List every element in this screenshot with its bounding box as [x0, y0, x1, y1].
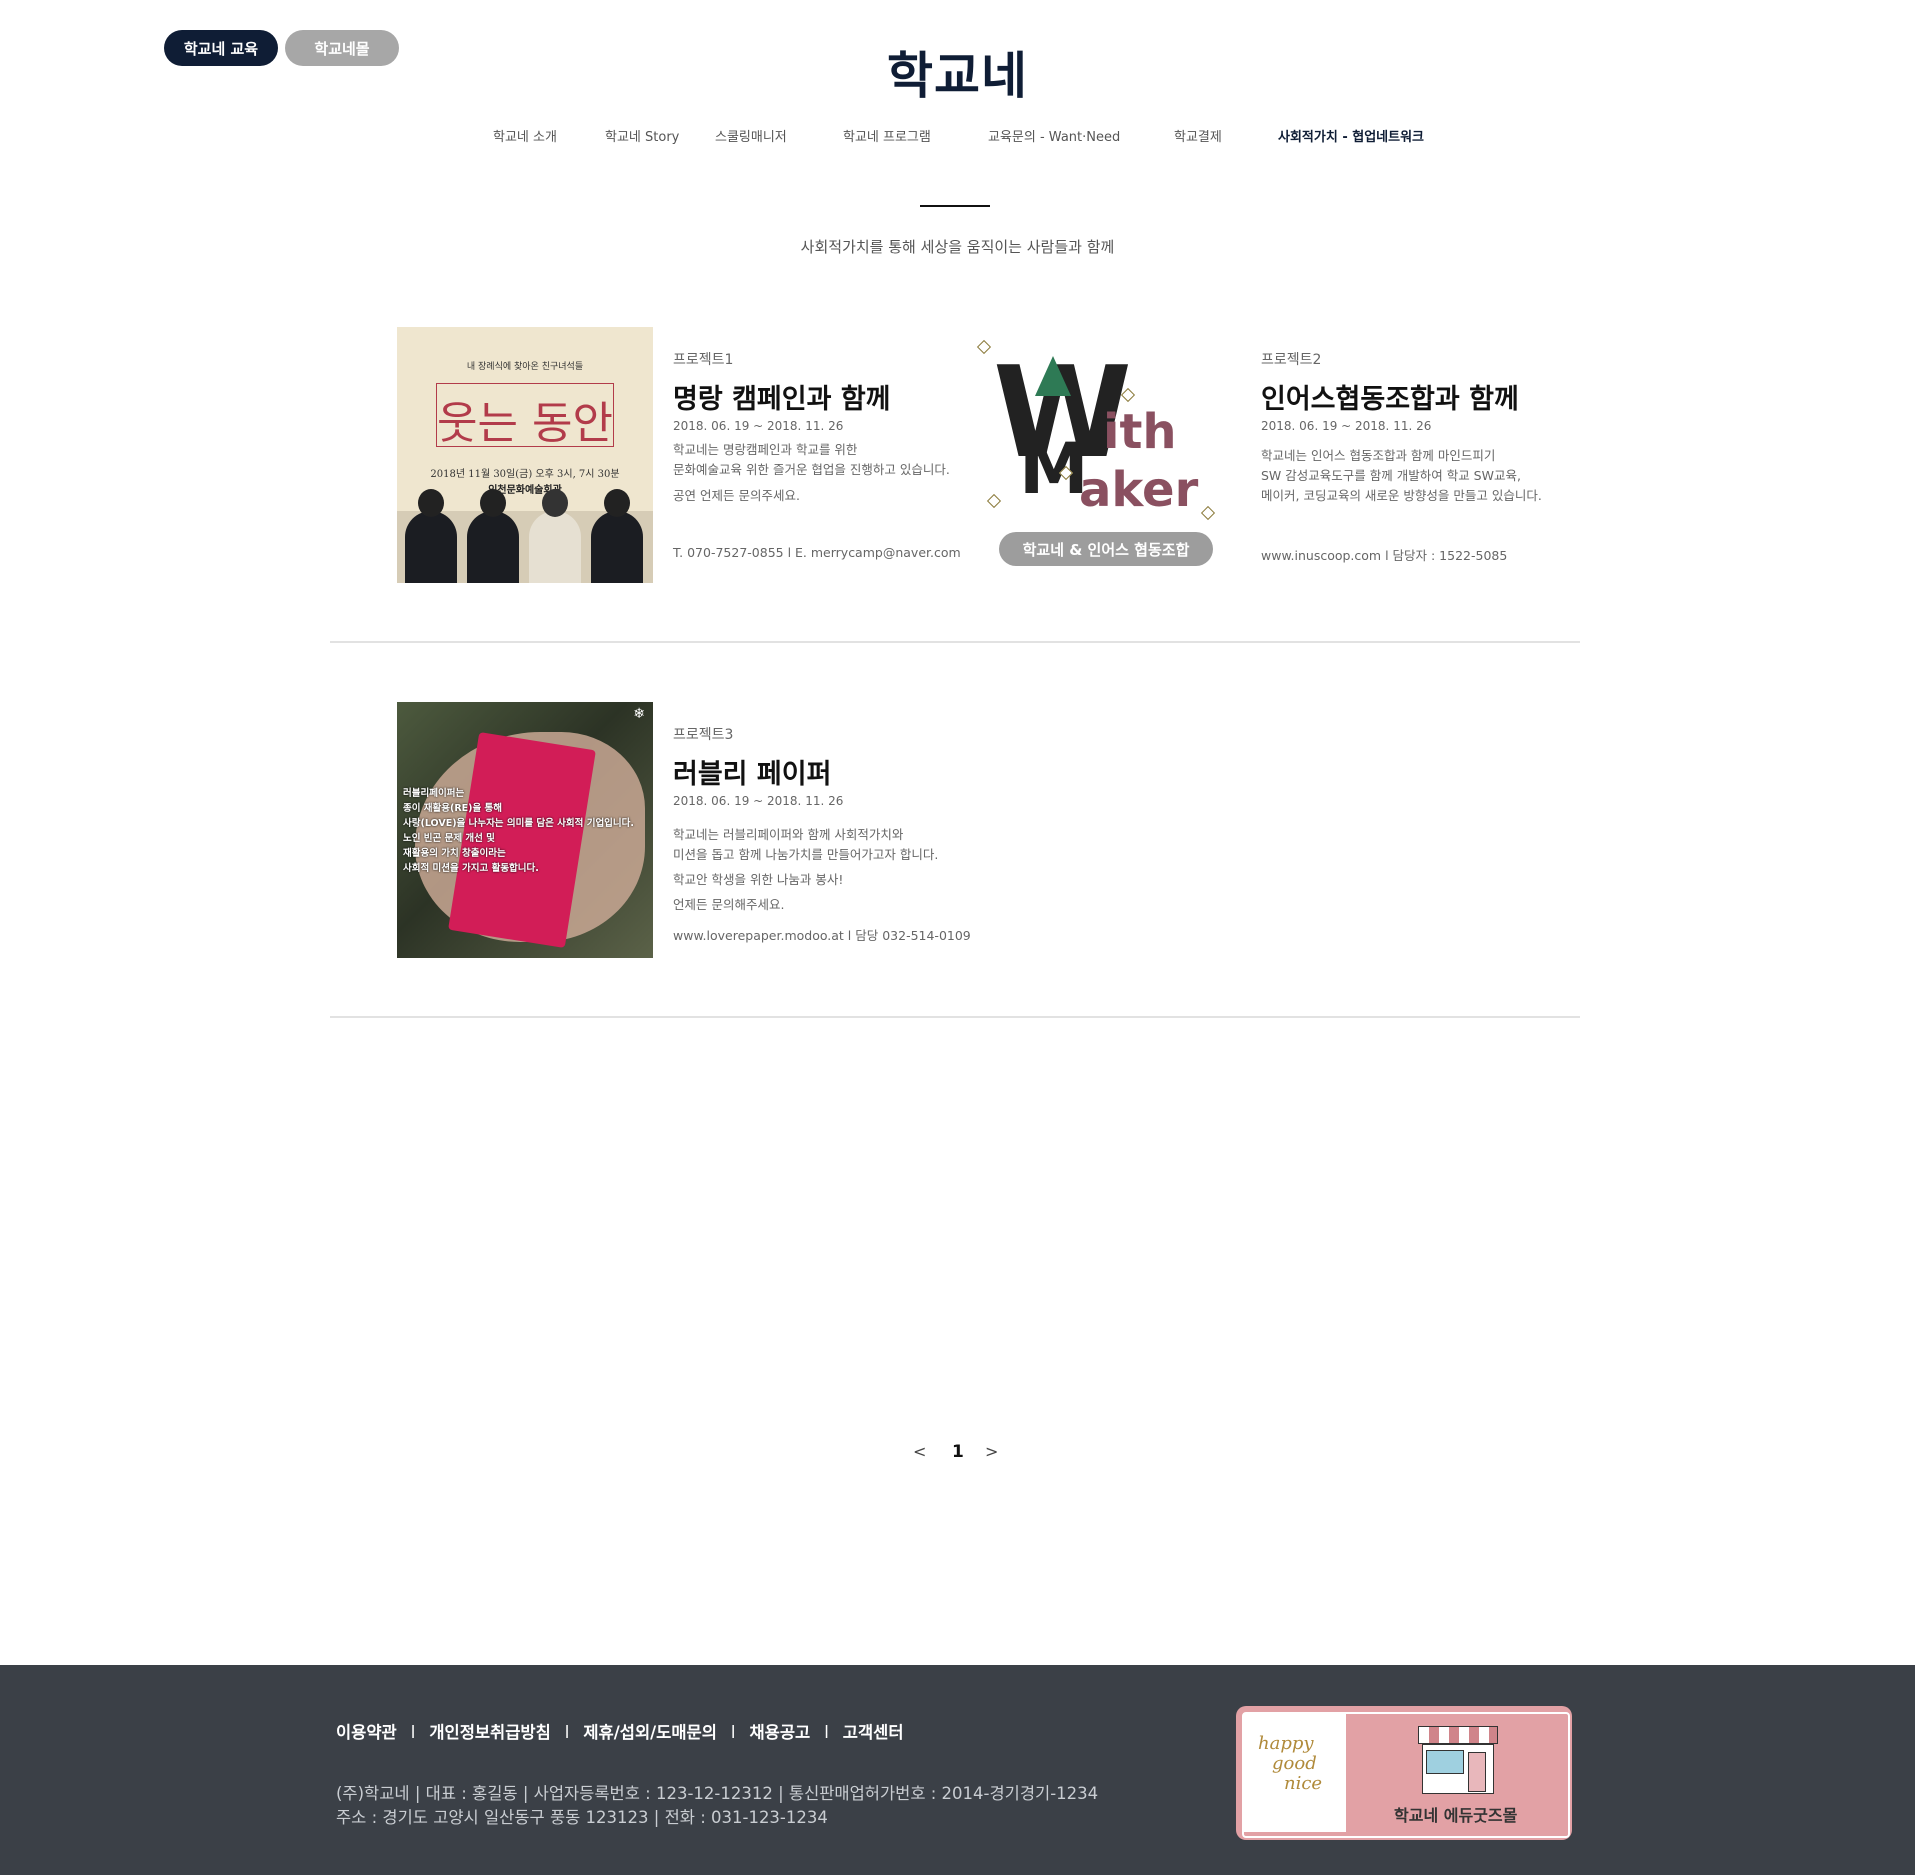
- party-hat-icon: [1035, 356, 1071, 396]
- poster-subtitle: 내 장례식에 찾아온 친구녀석들: [466, 362, 584, 372]
- footer-link-privacy[interactable]: 개인정보취급방침: [429, 1723, 550, 1742]
- title-divider: [920, 205, 990, 207]
- site-footer: [0, 1665, 1915, 1875]
- project1-title[interactable]: 명랑 캠페인과 함께: [673, 377, 891, 416]
- project3-desc-line: 언제든 문의해주세요.: [673, 897, 785, 912]
- project1-desc-line: 문화예술교육 위한 즐거운 협업을 진행하고 있습니다.: [673, 462, 950, 477]
- sparkle-icon: [1200, 505, 1216, 521]
- store-icon: [1418, 1726, 1498, 1796]
- project3-contact: www.loverepaper.modoo.at l 담당 032-514-01…: [673, 928, 971, 943]
- project2-desc-line: 학교네는 인어스 협동조합과 함께 마인드피기: [1261, 448, 1496, 463]
- footer-links: 이용약관 l 개인정보취급방침 l 제휴/섭외/도매문의 l 채용공고 l 고객센터: [336, 1723, 904, 1742]
- project2-desc-line: 메이커, 코딩교육의 새로운 방향성을 만들고 있습니다.: [1261, 488, 1542, 503]
- badge-caption: 학교네 & 인어스 협동조합: [999, 532, 1213, 566]
- project3-date: 2018. 06. 19 ~ 2018. 11. 26: [673, 794, 844, 808]
- project3-title[interactable]: 러블리 페이퍼: [673, 752, 831, 791]
- footer-link-recruit[interactable]: 채용공고: [749, 1723, 810, 1742]
- poster-overlay-text: 러블리페이퍼는 종이 재활용(RE)을 통해 사랑(LOVE)을 나누자는 의미…: [403, 788, 635, 874]
- person-figure: [467, 489, 519, 583]
- footer-link-terms[interactable]: 이용약관: [336, 1723, 397, 1742]
- project1-date: 2018. 06. 19 ~ 2018. 11. 26: [673, 419, 844, 433]
- row-divider: [330, 1016, 1580, 1018]
- project2-title[interactable]: 인어스협동조합과 함께: [1261, 377, 1519, 416]
- project3-poster[interactable]: ❄ 러블리페이퍼는 종이 재활용(RE)을 통해 사랑(LOVE)을 나누자는 …: [397, 702, 653, 958]
- person-figure: [529, 489, 581, 583]
- banner-label: 학교네 에듀굿즈몰: [1394, 1806, 1518, 1825]
- prev-page-button[interactable]: <: [913, 1442, 926, 1461]
- project3-desc-line: 미션을 돕고 함께 나눔가치를 만들어가고자 합니다.: [673, 847, 939, 862]
- poster-date: 2018년 11월 30일(금) 오후 3시, 7시 30분: [430, 469, 620, 480]
- nav-item-schooling-manager[interactable]: 스쿨링매니저: [715, 126, 787, 150]
- project3-label: 프로젝트3: [673, 727, 734, 743]
- nav-item-story[interactable]: 학교네 Story: [605, 126, 679, 150]
- site-logo[interactable]: 학교네: [0, 36, 1915, 108]
- project2-label: 프로젝트2: [1261, 352, 1322, 368]
- badge-text: aker: [1079, 462, 1199, 518]
- row-divider: [330, 641, 1580, 643]
- footer-link-partnership[interactable]: 제휴/섭외/도매문의: [583, 1723, 717, 1742]
- page-number-current[interactable]: 1: [952, 1442, 964, 1462]
- footer-company-info: (주)학교네 | 대표 : 홍길동 | 사업자등록번호 : 123-12-123…: [336, 1784, 1099, 1803]
- project2-desc-line: SW 감성교육도구를 함께 개발하여 학교 SW교육,: [1261, 468, 1521, 483]
- project2-withmaker-image[interactable]: W ith M aker 학교네 & 인어스 협동조합: [976, 339, 1216, 570]
- nav-item-inquiry[interactable]: 교육문의 - Want·Need: [988, 126, 1120, 150]
- poster-photo-area: [397, 489, 653, 583]
- snowflake-icon: ❄: [633, 706, 645, 722]
- page-tagline: 사회적가치를 통해 세상을 움직이는 사람들과 함께: [800, 238, 1115, 256]
- nav-item-social-value[interactable]: 사회적가치 - 협업네트워크: [1278, 126, 1424, 150]
- project2-date: 2018. 06. 19 ~ 2018. 11. 26: [1261, 419, 1432, 433]
- project1-label: 프로젝트1: [673, 352, 734, 368]
- footer-link-support[interactable]: 고객센터: [843, 1723, 904, 1742]
- project3-desc-line: 학교안 학생을 위한 나눔과 봉사!: [673, 872, 844, 887]
- sparkle-icon: [976, 339, 992, 355]
- next-page-button[interactable]: >: [985, 1442, 998, 1461]
- project1-poster[interactable]: 내 장례식에 찾아온 친구녀석들 웃는 동안 2018년 11월 30일(금) …: [397, 327, 653, 583]
- nav-item-program[interactable]: 학교네 프로그램: [843, 126, 931, 150]
- project2-contact: www.inuscoop.com l 담당자 : 1522-5085: [1261, 548, 1508, 563]
- project1-contact: T. 070-7527-0855 l E. merrycamp@naver.co…: [673, 545, 961, 560]
- person-figure: [405, 489, 457, 583]
- sparkle-icon: [986, 493, 1002, 509]
- project3-desc-line: 학교네는 러블리페이퍼와 함께 사회적가치와: [673, 827, 904, 842]
- project1-desc-line: 학교네는 명랑캠페인과 학교를 위한: [673, 442, 858, 457]
- nav-item-payment[interactable]: 학교결제: [1174, 126, 1222, 150]
- footer-address-info: 주소 : 경기도 고양시 일산동구 풍동 123123 | 전화 : 031-1…: [336, 1808, 828, 1827]
- poster-title: 웃는 동안: [437, 398, 613, 449]
- nav-item-about[interactable]: 학교네 소개: [493, 126, 557, 150]
- badge-text: ith: [1103, 404, 1177, 460]
- project1-desc-line: 공연 언제든 문의주세요.: [673, 488, 800, 503]
- goods-mall-banner[interactable]: happy good nice 학교네 에듀굿즈몰: [1236, 1706, 1572, 1840]
- person-figure: [591, 489, 643, 583]
